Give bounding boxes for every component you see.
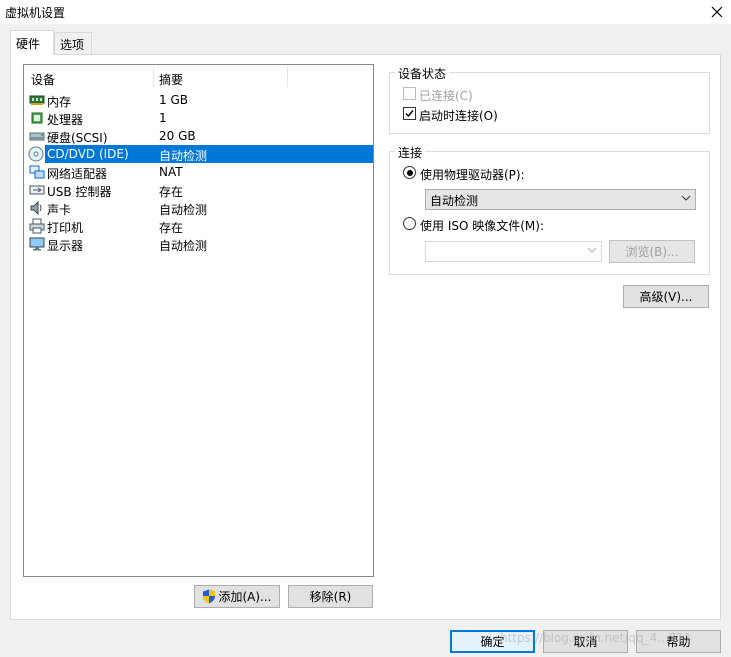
device-name: 硬盘(SCSI) xyxy=(47,131,108,145)
device-name: USB 控制器 xyxy=(47,185,112,199)
connect-at-power-on-label: 启动时连接(O) xyxy=(419,109,498,123)
browse-button-label: 浏览(B)... xyxy=(625,245,679,259)
column-header-device[interactable]: 设备 xyxy=(31,71,55,88)
column-separator[interactable] xyxy=(153,67,154,87)
device-summary: 自动检测 xyxy=(159,203,208,217)
hard-disk-icon xyxy=(29,132,45,141)
connect-at-power-on-checkbox[interactable] xyxy=(403,107,416,120)
device-row-sound-card[interactable]: 声卡 自动检测 xyxy=(24,199,373,217)
use-iso-file-label: 使用 ISO 映像文件(M): xyxy=(420,219,544,233)
device-summary: 自动检测 xyxy=(159,149,208,163)
device-name: 网络适配器 xyxy=(47,167,108,181)
device-summary: NAT xyxy=(159,165,183,179)
ok-button[interactable]: 确定 xyxy=(450,630,535,653)
device-summary: 1 xyxy=(159,111,167,125)
use-physical-drive-radio[interactable] xyxy=(403,166,416,179)
device-row-network-adapter[interactable]: 网络适配器 NAT xyxy=(24,163,373,181)
device-row-cd-dvd[interactable]: CD/DVD (IDE) 自动检测 xyxy=(28,145,373,163)
tab-hardware[interactable]: 硬件 xyxy=(10,30,54,55)
device-name: 打印机 xyxy=(47,221,84,235)
use-physical-drive-label: 使用物理驱动器(P): xyxy=(420,168,525,182)
cancel-button-label: 取消 xyxy=(573,635,598,649)
add-button-label: 添加(A)... xyxy=(218,590,272,604)
close-icon xyxy=(711,6,722,18)
iso-file-select[interactable] xyxy=(425,241,602,262)
usb-controller-icon xyxy=(29,185,45,195)
remove-button-label: 移除(R) xyxy=(309,590,352,604)
radio-dot xyxy=(406,169,413,176)
device-name: 显示器 xyxy=(47,239,84,253)
ok-button-label: 确定 xyxy=(480,635,505,649)
memory-icon xyxy=(29,95,45,105)
browse-button[interactable]: 浏览(B)... xyxy=(609,240,695,263)
network-adapter-icon xyxy=(29,165,45,179)
device-row-memory[interactable]: 内存 1 GB xyxy=(24,91,373,109)
device-summary: 存在 xyxy=(159,185,184,199)
tab-options[interactable]: 选项 xyxy=(54,32,92,54)
uac-shield-icon xyxy=(203,589,216,604)
advanced-button[interactable]: 高级(V)... xyxy=(623,285,709,308)
device-name: 处理器 xyxy=(47,113,84,127)
processor-icon xyxy=(31,112,43,124)
chevron-down-icon xyxy=(587,247,597,253)
add-device-button[interactable]: 添加(A)... xyxy=(194,585,280,608)
column-separator[interactable] xyxy=(287,67,288,87)
device-row-printer[interactable]: 打印机 存在 xyxy=(24,217,373,235)
device-summary: 存在 xyxy=(159,221,184,235)
cancel-button[interactable]: 取消 xyxy=(543,630,628,653)
advanced-button-label: 高级(V)... xyxy=(639,290,693,304)
device-status-legend: 设备状态 xyxy=(395,65,450,82)
cd-dvd-icon xyxy=(28,146,44,162)
device-row-usb-controller[interactable]: USB 控制器 存在 xyxy=(24,181,373,199)
connection-legend: 连接 xyxy=(395,144,426,161)
device-summary: 20 GB xyxy=(159,129,196,143)
help-button-label: 帮助 xyxy=(666,635,691,649)
sound-card-icon xyxy=(30,200,42,216)
physical-drive-select[interactable]: 自动检测 xyxy=(425,189,696,210)
title-bar: 虚拟机设置 xyxy=(0,0,731,24)
connected-checkbox[interactable] xyxy=(403,87,416,100)
window-title: 虚拟机设置 xyxy=(5,6,66,20)
device-row-display[interactable]: 显示器 自动检测 xyxy=(24,235,373,253)
device-list[interactable]: 设备 摘要 内存 1 GB 处理器 1 硬盘(SCSI) 20 GB CD/DV… xyxy=(23,64,374,577)
use-iso-file-radio[interactable] xyxy=(403,217,416,230)
printer-icon xyxy=(29,218,45,234)
list-header: 设备 摘要 xyxy=(24,65,373,89)
remove-device-button[interactable]: 移除(R) xyxy=(288,585,373,608)
device-summary: 自动检测 xyxy=(159,239,208,253)
connected-label: 已连接(C) xyxy=(419,89,473,103)
checkmark-icon xyxy=(405,110,414,118)
device-name: 声卡 xyxy=(47,203,72,217)
device-row-processor[interactable]: 处理器 1 xyxy=(24,109,373,127)
help-button[interactable]: 帮助 xyxy=(636,630,721,653)
close-button[interactable] xyxy=(702,0,731,24)
display-icon xyxy=(29,237,45,251)
device-row-hard-disk[interactable]: 硬盘(SCSI) 20 GB xyxy=(24,127,373,145)
physical-drive-value: 自动检测 xyxy=(430,194,479,208)
device-summary: 1 GB xyxy=(159,93,188,107)
device-name: 内存 xyxy=(47,95,72,109)
device-name: CD/DVD (IDE) xyxy=(47,147,129,161)
chevron-down-icon xyxy=(681,195,691,201)
column-header-summary[interactable]: 摘要 xyxy=(159,71,183,88)
